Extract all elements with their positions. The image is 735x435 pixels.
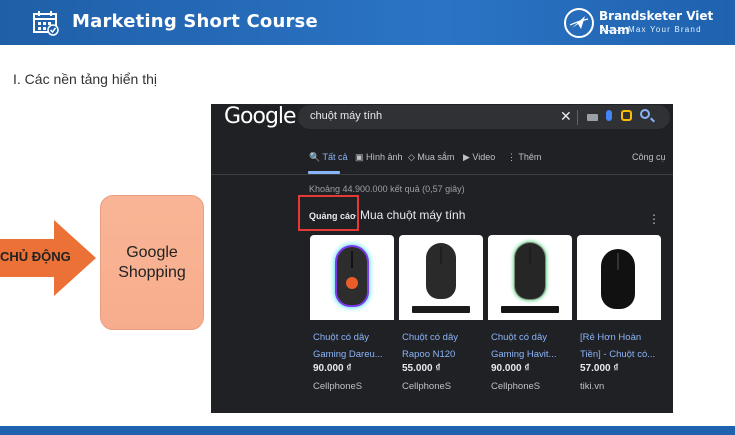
result-count: Khoảng 44.900.000 kết quả (0,57 giây) [309, 184, 465, 194]
product-card[interactable]: [Rẻ Hơn Hoàn Tiền] - Chuột có... 57.000 … [577, 235, 661, 407]
course-title: Marketing Short Course [72, 11, 318, 32]
product-name[interactable]: Chuột có dây Gaming Dareu... [313, 329, 391, 363]
product-image[interactable] [399, 235, 483, 320]
product-image[interactable] [488, 235, 572, 320]
product-name[interactable]: Chuột có dây Gaming Havit... [491, 329, 569, 363]
box-label-line1: Google [126, 243, 178, 261]
calendar-icon [33, 11, 59, 36]
clear-icon[interactable]: ✕ [560, 108, 572, 125]
ads-section-title: Mua chuột máy tính [360, 208, 466, 222]
product-name-line2: Tiền] - Chuột có... [580, 349, 656, 360]
search-icon[interactable] [640, 109, 650, 119]
product-name-line1: Chuột có dây [402, 332, 458, 343]
product-carousel: Chuột có dây Gaming Dareu... 90.000 ₫ Ce… [310, 235, 662, 407]
product-store: tiki.vn [580, 381, 605, 392]
search-divider [577, 110, 578, 125]
product-name-line2: Rapoo N120 [402, 349, 456, 360]
arrow-label: CHỦ ĐỘNG [0, 249, 71, 264]
tab-label: Tất cả [322, 152, 348, 162]
product-name[interactable]: [Rẻ Hơn Hoàn Tiền] - Chuột có... [580, 329, 658, 363]
tab-shopping[interactable]: ◇ Mua sắm [408, 152, 454, 163]
brand-divider [600, 30, 622, 31]
footer-bar [0, 426, 735, 435]
product-name-line1: [Rẻ Hơn Hoàn [580, 332, 642, 343]
product-price: 57.000 ₫ [580, 363, 619, 374]
ads-highlight-box [298, 195, 359, 231]
section-heading: I. Các nền tảng hiển thị [13, 71, 157, 87]
product-store: CellphoneS [402, 381, 452, 392]
mouse-image [337, 247, 367, 305]
product-name-line1: Chuột có dây [491, 332, 547, 343]
more-options-icon[interactable]: ⋮ [648, 212, 660, 226]
tab-label: Hình ảnh [366, 152, 403, 162]
google-logo[interactable]: Google [224, 104, 297, 129]
keyboard-icon[interactable] [587, 114, 598, 121]
mouse-image [426, 243, 456, 299]
dareu-logo-icon [346, 277, 358, 289]
tab-all[interactable]: 🔍 Tất cả [309, 152, 348, 163]
mouse-seam [440, 247, 442, 264]
product-name-line2: Gaming Dareu... [313, 349, 383, 360]
product-image[interactable] [310, 235, 394, 320]
tabs-divider [211, 174, 673, 175]
product-card[interactable]: Chuột có dây Rapoo N120 55.000 ₫ Cellpho… [399, 235, 483, 407]
product-name-line1: Chuột có dây [313, 332, 369, 343]
product-price: 55.000 ₫ [402, 363, 441, 374]
product-spec-badge [412, 306, 470, 313]
product-price: 90.000 ₫ [491, 363, 530, 374]
microphone-icon[interactable] [606, 110, 612, 121]
header-bar: Marketing Short Course Brandsketer Viet … [0, 0, 735, 45]
search-bar[interactable]: chuột máy tính ✕ [298, 105, 670, 129]
brand-logo-icon [564, 8, 594, 38]
mouse-seam [351, 251, 353, 268]
tab-images[interactable]: ▣ Hình ảnh [355, 152, 403, 163]
product-card[interactable]: Chuột có dây Gaming Havit... 90.000 ₫ Ce… [488, 235, 572, 407]
brand-tagline: Max Your Brand [628, 25, 702, 34]
product-image[interactable] [577, 235, 661, 320]
tab-label: Video [472, 152, 496, 162]
mouse-image [515, 243, 545, 299]
google-results-screenshot: Google chuột máy tính ✕ 🔍 Tất cả ▣ Hình … [211, 104, 673, 413]
product-store: CellphoneS [491, 381, 541, 392]
tab-videos[interactable]: ▶ Video [463, 152, 495, 163]
lens-icon[interactable] [621, 110, 632, 121]
product-name[interactable]: Chuột có dây Rapoo N120 [402, 329, 480, 363]
product-store: CellphoneS [313, 381, 363, 392]
product-card[interactable]: Chuột có dây Gaming Dareu... 90.000 ₫ Ce… [310, 235, 394, 407]
tools-button[interactable]: Công cụ [632, 152, 666, 162]
mouse-image [601, 249, 635, 309]
google-shopping-box: Google Shopping [100, 195, 204, 330]
tab-label: Thêm [518, 152, 542, 162]
tab-more[interactable]: ⋮ Thêm [507, 152, 541, 163]
product-name-line2: Gaming Havit... [491, 349, 557, 360]
product-price: 90.000 ₫ [313, 363, 352, 374]
mouse-seam [529, 247, 531, 264]
box-label-line2: Shopping [118, 263, 186, 281]
mouse-seam [617, 253, 619, 270]
tab-label: Mua sắm [417, 152, 455, 162]
product-spec-badge [501, 306, 559, 313]
search-input[interactable]: chuột máy tính [310, 110, 382, 122]
